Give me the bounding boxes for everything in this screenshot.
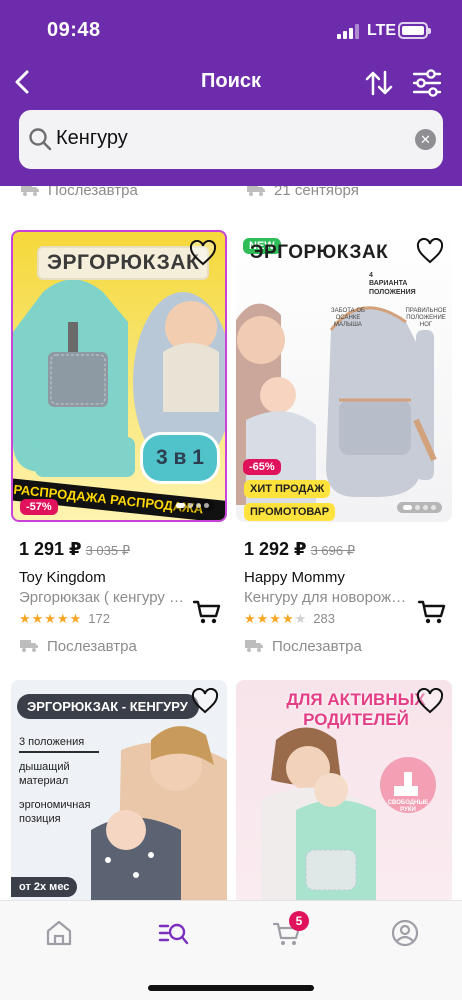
discount-badge: -57% [20,499,58,515]
image-headline: ЭРГОРЮКЗАК [37,246,210,280]
product-name[interactable]: Эргорюкзак ( кенгуру ) 3 в 1 [19,589,187,606]
delivery-text: Послезавтра [272,638,362,655]
add-to-cart-icon[interactable] [193,599,221,625]
product-info: 1 291 ₽3 035 ₽ Toy Kingdom Эргорюкзак ( … [19,539,229,655]
product-card[interactable]: ЭРГОРЮКЗАК 3 в 1 РАСПРОДАЖА РАСПРОДАЖА -… [11,230,227,655]
feature-ergonomic: эргономичная позиция [19,799,91,826]
product-card[interactable]: NEW ЭРГОРЮКЗАК 4 ВАРИАНТА ПОЛОЖЕНИЯ ЗАБО… [236,230,452,655]
feature-posture: ЗАБОТА ОБ ОСАНКЕ МАЛЫША [331,308,365,329]
truck-icon [20,640,38,652]
free-hands-sticker: СВОБОДНЫЕ РУКИ [387,800,429,813]
star-rating-icon: ★★★★★ [19,611,83,626]
profile-icon[interactable] [390,919,420,947]
previous-delivery-right: 21 сентября [246,186,359,199]
image-pager [397,502,442,513]
old-price: 3 035 ₽ [85,543,130,558]
home-icon[interactable] [44,919,74,947]
add-to-cart-icon[interactable] [418,599,446,625]
truck-icon [245,640,263,652]
feature-breathable: дышащий материал [19,761,70,788]
truck-icon [247,186,265,196]
carrier-illustration [236,303,437,505]
feature-positions: 4 ВАРИАНТА ПОЛОЖЕНИЯ [369,272,416,296]
feature-positions: 3 положения [19,736,99,753]
current-price: 1 291 ₽ [19,539,82,559]
price: 1 291 ₽3 035 ₽ [19,539,229,560]
discount-badge: -65% [243,459,281,475]
nav-bar: Поиск [0,62,462,102]
review-count: 172 [88,611,110,626]
status-time: 09:48 [47,19,101,41]
brand: Happy Mommy [244,569,345,586]
search-input[interactable]: Кенгуру [56,127,128,150]
clear-circle-icon[interactable]: ✕ [415,129,436,150]
catalog-search-icon[interactable] [158,919,190,947]
combo-cloud: 3 в 1 [143,435,217,481]
image-headline: ЭРГОРЮКЗАК - КЕНГУРУ [17,694,199,719]
product-image[interactable]: ЭРГОРЮКЗАК - КЕНГУРУ 3 положения дышащий… [11,680,227,900]
network-label: LTE [367,22,397,39]
delivery-info: Послезавтра [244,638,454,655]
product-image[interactable]: ДЛЯ АКТИВНЫХ РОДИТЕЛЕЙ СВОБОДНЫЕ РУКИ [236,680,452,900]
search-bar[interactable]: Кенгуру ✕ [19,110,443,169]
heart-icon[interactable] [416,238,444,264]
review-count: 283 [313,611,335,626]
sort-arrows-icon[interactable] [362,66,396,100]
signal-icon [337,24,361,39]
brand: Toy Kingdom [19,569,106,586]
image-pager [170,500,215,511]
product-image[interactable]: NEW ЭРГОРЮКЗАК 4 ВАРИАНТА ПОЛОЖЕНИЯ ЗАБО… [236,230,452,522]
product-name[interactable]: Кенгуру для новорожденных [244,589,412,606]
status-bar: 09:48 LTE [0,0,462,62]
delivery-text: Послезавтра [47,638,137,655]
price: 1 292 ₽3 696 ₽ [244,539,454,560]
bestseller-badge: ХИТ ПРОДАЖ [244,480,331,498]
product-grid: Послезавтра 21 сентября ЭРГОРЮКЗАК 3 в 1… [0,186,462,900]
product-card[interactable]: ЭРГОРЮКЗАК - КЕНГУРУ 3 положения дышащий… [11,680,227,900]
heart-icon[interactable] [189,240,217,266]
product-info: 1 292 ₽3 696 ₽ Happy Mommy Кенгуру для н… [244,539,454,655]
home-indicator [148,985,314,991]
heart-icon[interactable] [191,688,219,714]
sliders-icon[interactable] [410,66,444,100]
product-card[interactable]: ДЛЯ АКТИВНЫХ РОДИТЕЛЕЙ СВОБОДНЫЕ РУКИ [236,680,452,900]
header: 09:48 LTE Поиск Кенгуру ✕ [0,0,462,186]
delivery-text: Послезавтра [48,186,138,199]
previous-delivery-left: Послезавтра [20,186,138,199]
age-tag: от 2х мес [11,877,78,897]
image-headline: ЭРГОРЮКЗАК [250,242,389,263]
truck-icon [21,186,39,196]
promo-badge: ПРОМОТОВАР [244,503,336,521]
cart-count-badge: 5 [289,911,309,931]
current-price: 1 292 ₽ [244,539,307,559]
product-image[interactable]: ЭРГОРЮКЗАК 3 в 1 РАСПРОДАЖА РАСПРОДАЖА -… [11,230,227,522]
old-price: 3 696 ₽ [310,543,355,558]
heart-icon[interactable] [416,688,444,714]
delivery-info: Послезавтра [19,638,229,655]
feature-legs: ПРАВИЛЬНОЕ ПОЛОЖЕНИЕ НОГ [405,308,447,329]
star-rating-icon: ★★★★★ [244,611,308,626]
delivery-text: 21 сентября [274,186,359,199]
battery-icon [398,22,431,39]
search-icon [29,128,52,151]
